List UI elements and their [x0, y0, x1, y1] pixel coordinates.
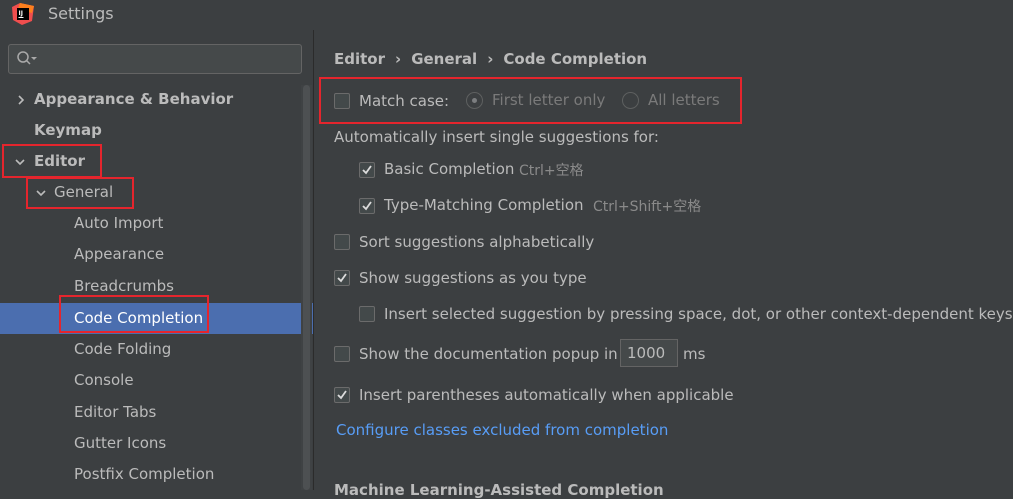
tree-item-label: Auto Import — [74, 214, 164, 232]
breadcrumb-separator-icon: › — [395, 50, 402, 68]
type-matching-label: Type-Matching Completion — [384, 196, 584, 214]
insert-selected-label: Insert selected suggestion by pressing s… — [384, 305, 1013, 323]
doc-popup-label: Show the documentation popup in — [359, 345, 618, 363]
tree-item-label: Keymap — [34, 121, 102, 139]
breadcrumb-separator-icon: › — [487, 50, 494, 68]
checkmark-icon — [337, 390, 347, 400]
show-as-type-checkbox[interactable] — [334, 270, 350, 286]
checkmark-icon — [362, 201, 372, 211]
tree-item-label: Postfix Completion — [74, 465, 215, 483]
settings-sidebar: Appearance & Behavior Keymap Editor Gene… — [0, 30, 313, 490]
basic-completion-shortcut: Ctrl+空格 — [519, 163, 584, 179]
scrollbar-thumb[interactable] — [303, 85, 310, 490]
tree-item-label: Appearance & Behavior — [34, 90, 234, 108]
tree-item-postfix-completion[interactable]: Postfix Completion — [0, 459, 301, 490]
basic-completion-label: Basic Completion — [384, 160, 515, 178]
tree-item-label: Appearance — [74, 245, 165, 263]
highlight-box-editor — [2, 144, 102, 178]
tree-item-keymap[interactable]: Keymap — [0, 115, 301, 146]
tree-item-label: Console — [74, 371, 134, 389]
title-bar: IJ Settings — [0, 0, 1013, 30]
svg-text:IJ: IJ — [19, 10, 23, 17]
tree-item-appearance[interactable]: Appearance — [0, 239, 301, 270]
show-as-type-label: Show suggestions as you type — [359, 269, 587, 287]
chevron-right-icon — [18, 95, 25, 105]
intellij-logo-icon: IJ — [12, 3, 34, 25]
tree-item-auto-import[interactable]: Auto Import — [0, 208, 301, 239]
sidebar-scrollbar[interactable] — [301, 85, 312, 490]
doc-popup-delay-input[interactable]: 1000 — [620, 339, 678, 367]
tree-item-code-folding[interactable]: Code Folding — [0, 334, 301, 365]
insert-selected-checkbox[interactable] — [359, 306, 375, 322]
tree-item-console[interactable]: Console — [0, 365, 301, 396]
highlight-box-general — [26, 177, 134, 209]
doc-popup-checkbox[interactable] — [334, 346, 350, 362]
breadcrumb-item: Code Completion — [503, 50, 648, 68]
tree-item-editor-tabs[interactable]: Editor Tabs — [0, 397, 301, 428]
tree-item-appearance-behavior[interactable]: Appearance & Behavior — [0, 84, 301, 115]
tree-item-label: Gutter Icons — [74, 434, 167, 452]
basic-completion-checkbox[interactable] — [359, 162, 375, 178]
configure-excluded-classes-link[interactable]: Configure classes excluded from completi… — [336, 421, 668, 439]
breadcrumb-item[interactable]: General — [411, 50, 477, 68]
sort-alpha-label: Sort suggestions alphabetically — [359, 233, 595, 251]
parentheses-checkbox[interactable] — [334, 387, 350, 403]
settings-search-input[interactable] — [8, 44, 302, 74]
auto-insert-heading: Automatically insert single suggestions … — [334, 128, 659, 146]
breadcrumb-item[interactable]: Editor — [334, 50, 385, 68]
parentheses-label: Insert parentheses automatically when ap… — [359, 386, 734, 404]
ml-completion-section-title: Machine Learning-Assisted Completion — [334, 481, 664, 499]
search-icon — [17, 51, 37, 65]
doc-popup-unit: ms — [683, 345, 706, 363]
checkmark-icon — [362, 165, 372, 175]
highlight-box-code-completion — [59, 295, 209, 333]
type-matching-checkbox[interactable] — [359, 198, 375, 214]
window-title: Settings — [48, 4, 114, 23]
tree-item-label: Code Folding — [74, 340, 172, 358]
highlight-box-match-case — [319, 77, 742, 124]
tree-item-label: Editor Tabs — [74, 403, 157, 421]
tree-item-gutter-icons[interactable]: Gutter Icons — [0, 428, 301, 459]
type-matching-shortcut: Ctrl+Shift+空格 — [593, 199, 702, 215]
breadcrumb: Editor › General › Code Completion — [334, 50, 647, 68]
checkmark-icon — [337, 273, 347, 283]
sort-alpha-checkbox[interactable] — [334, 234, 350, 250]
